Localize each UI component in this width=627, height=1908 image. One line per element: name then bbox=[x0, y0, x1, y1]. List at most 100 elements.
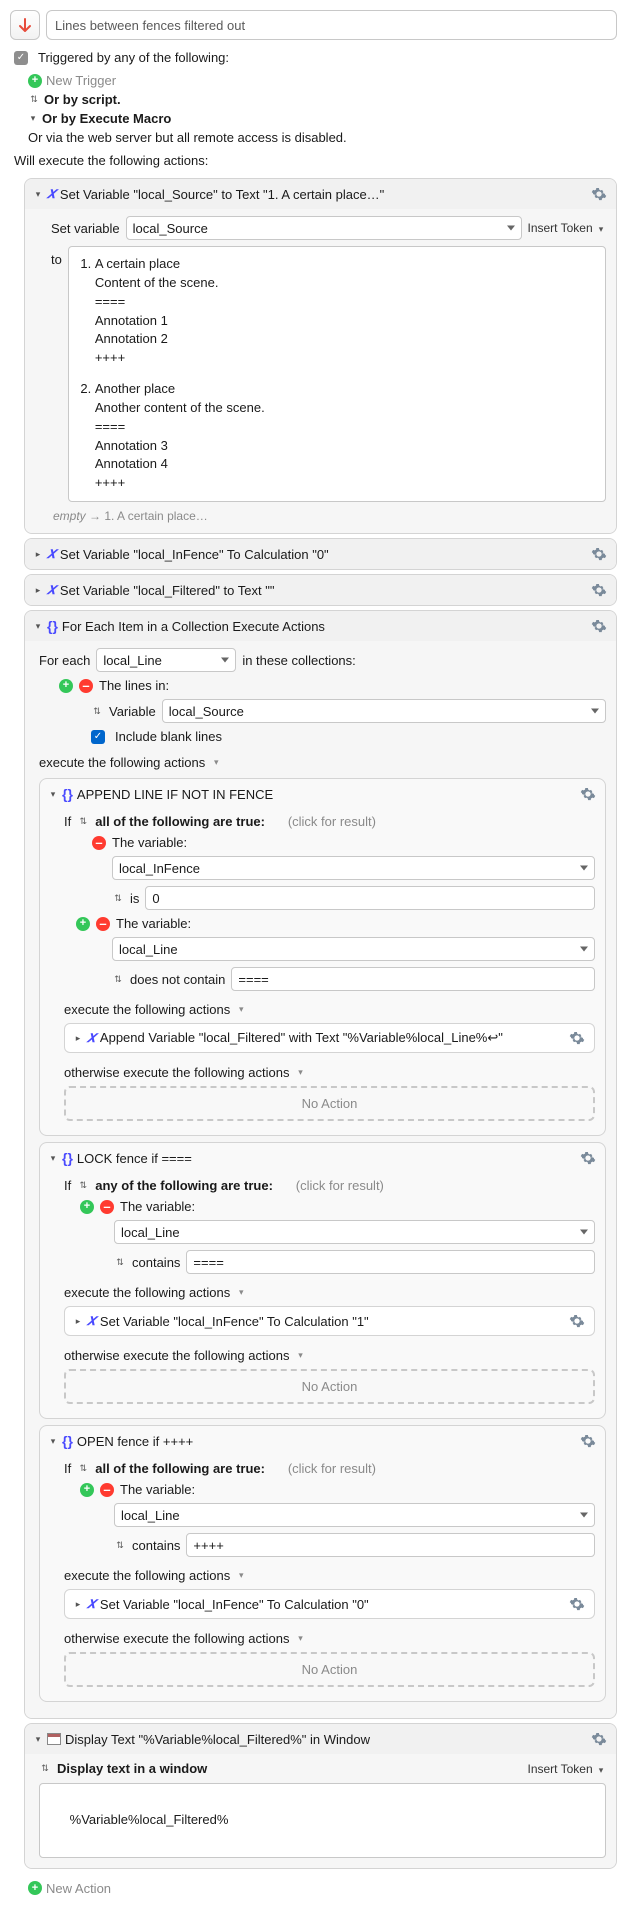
add-trigger-button[interactable]: + bbox=[28, 74, 42, 88]
source-text-input[interactable]: A certain place Content of the scene. ==… bbox=[68, 246, 606, 502]
cond-op[interactable]: is bbox=[130, 891, 139, 906]
add-condition-button[interactable]: + bbox=[80, 1483, 94, 1497]
chevron-down-icon[interactable]: ▾ bbox=[33, 621, 43, 632]
cond-variable-select[interactable]: local_Line bbox=[114, 1503, 595, 1527]
action-set-filtered: ▸ 𝑥 Set Variable "local_Filtered" to Tex… bbox=[24, 574, 617, 606]
chevron-down-icon[interactable]: ▾ bbox=[48, 789, 58, 800]
gear-icon[interactable] bbox=[579, 1149, 597, 1167]
updown-icon[interactable]: ⇅ bbox=[112, 893, 124, 904]
chevron-down-icon[interactable]: ▾ bbox=[28, 113, 38, 124]
remove-collection-button[interactable]: – bbox=[79, 679, 93, 693]
cond-value-input[interactable]: ++++ bbox=[186, 1533, 595, 1557]
macro-title-input[interactable]: Lines between fences filtered out bbox=[46, 10, 617, 40]
updown-icon[interactable]: ⇅ bbox=[114, 1540, 126, 1551]
loop-variable-select[interactable]: local_Line bbox=[96, 648, 236, 672]
action-title: For Each Item in a Collection Execute Ac… bbox=[62, 619, 325, 634]
cond-variable-select[interactable]: local_Line bbox=[112, 937, 595, 961]
no-action-dropzone[interactable]: No Action bbox=[64, 1086, 595, 1121]
updown-icon: ⇅ bbox=[28, 94, 40, 105]
insert-token-button[interactable]: Insert Token ▾ bbox=[528, 221, 607, 235]
chevron-down-icon[interactable]: ▾ bbox=[211, 757, 221, 768]
gear-icon[interactable] bbox=[568, 1029, 586, 1047]
source-variable-select[interactable]: local_Source bbox=[162, 699, 606, 723]
cond-op[interactable]: does not contain bbox=[130, 972, 225, 987]
macro-title-text: Lines between fences filtered out bbox=[55, 18, 245, 33]
updown-icon[interactable]: ⇅ bbox=[112, 974, 124, 985]
no-action-dropzone[interactable]: No Action bbox=[64, 1369, 595, 1404]
gear-icon[interactable] bbox=[590, 185, 608, 203]
add-condition-button[interactable]: + bbox=[76, 917, 90, 931]
gear-icon[interactable] bbox=[590, 545, 608, 563]
add-collection-button[interactable]: + bbox=[59, 679, 73, 693]
chevron-right-icon[interactable]: ▸ bbox=[73, 1599, 83, 1610]
if-condition-mode[interactable]: all of the following are true: bbox=[95, 814, 265, 829]
gear-icon[interactable] bbox=[568, 1595, 586, 1613]
remove-condition-button[interactable]: – bbox=[100, 1483, 114, 1497]
set-variable-label: Set variable bbox=[51, 221, 120, 236]
gear-icon[interactable] bbox=[590, 617, 608, 635]
arrow-down-icon bbox=[17, 17, 33, 33]
click-for-result[interactable]: (click for result) bbox=[288, 1461, 376, 1476]
cond-value-input[interactable]: ==== bbox=[231, 967, 595, 991]
chevron-down-icon[interactable]: ▾ bbox=[295, 1067, 305, 1078]
no-action-dropzone[interactable]: No Action bbox=[64, 1652, 595, 1687]
if-condition-mode[interactable]: any of the following are true: bbox=[95, 1178, 273, 1193]
if-append-block: ▾ {} APPEND LINE IF NOT IN FENCE If ⇅ al… bbox=[39, 778, 606, 1136]
braces-icon: {} bbox=[62, 1433, 73, 1449]
gear-icon[interactable] bbox=[590, 1730, 608, 1748]
updown-icon[interactable]: ⇅ bbox=[77, 816, 89, 827]
action-title: Set Variable "local_Filtered" to Text "" bbox=[60, 583, 275, 598]
cond-op[interactable]: contains bbox=[132, 1255, 180, 1270]
insert-token-button[interactable]: Insert Token ▾ bbox=[528, 1762, 607, 1776]
chevron-right-icon[interactable]: ▸ bbox=[73, 1316, 83, 1327]
updown-icon[interactable]: ⇅ bbox=[91, 706, 103, 717]
will-execute-label: Will execute the following actions: bbox=[10, 147, 617, 174]
lines-in-label: The lines in: bbox=[99, 678, 169, 693]
variable-name-select[interactable]: local_Source bbox=[126, 216, 522, 240]
or-by-execute-macro[interactable]: Or by Execute Macro bbox=[42, 111, 171, 126]
updown-icon[interactable]: ⇅ bbox=[114, 1257, 126, 1268]
gear-icon[interactable] bbox=[579, 785, 597, 803]
chevron-down-icon[interactable]: ▾ bbox=[33, 189, 43, 200]
triggered-checkbox[interactable]: ✓ bbox=[14, 51, 28, 65]
add-condition-button[interactable]: + bbox=[80, 1200, 94, 1214]
display-mode[interactable]: Display text in a window bbox=[57, 1761, 207, 1776]
gear-icon[interactable] bbox=[579, 1432, 597, 1450]
gear-icon[interactable] bbox=[590, 581, 608, 599]
chevron-right-icon[interactable]: ▸ bbox=[33, 549, 43, 560]
click-for-result[interactable]: (click for result) bbox=[288, 814, 376, 829]
chevron-down-icon[interactable]: ▾ bbox=[33, 1734, 43, 1745]
cond-value-input[interactable]: ==== bbox=[186, 1250, 595, 1274]
or-by-script[interactable]: Or by script. bbox=[44, 92, 121, 107]
cond-value-input[interactable]: 0 bbox=[145, 886, 595, 910]
gear-icon[interactable] bbox=[568, 1312, 586, 1330]
chevron-right-icon[interactable]: ▸ bbox=[73, 1033, 83, 1044]
add-action-button[interactable]: + bbox=[28, 1881, 42, 1895]
remove-condition-button[interactable]: – bbox=[92, 836, 106, 850]
cond-variable-select[interactable]: local_InFence bbox=[112, 856, 595, 880]
chevron-down-icon[interactable]: ▾ bbox=[295, 1350, 305, 1361]
updown-icon[interactable]: ⇅ bbox=[77, 1463, 89, 1474]
include-blank-checkbox[interactable]: ✓ bbox=[91, 730, 105, 744]
chevron-down-icon[interactable]: ▾ bbox=[48, 1436, 58, 1447]
updown-icon[interactable]: ⇅ bbox=[77, 1180, 89, 1191]
chevron-down-icon[interactable]: ▾ bbox=[236, 1287, 246, 1298]
display-text-input[interactable]: %Variable%local_Filtered% bbox=[39, 1783, 606, 1858]
chevron-down-icon[interactable]: ▾ bbox=[295, 1633, 305, 1644]
cond-op[interactable]: contains bbox=[132, 1538, 180, 1553]
empty-hint: empty → 1. A certain place… bbox=[51, 505, 606, 523]
if-condition-mode[interactable]: all of the following are true: bbox=[95, 1461, 265, 1476]
chevron-right-icon[interactable]: ▸ bbox=[33, 585, 43, 596]
click-for-result[interactable]: (click for result) bbox=[296, 1178, 384, 1193]
sub-action-title: Append Variable "local_Filtered" with Te… bbox=[100, 1030, 503, 1046]
chevron-down-icon[interactable]: ▾ bbox=[236, 1004, 246, 1015]
remove-condition-button[interactable]: – bbox=[96, 917, 110, 931]
chevron-down-icon[interactable]: ▾ bbox=[236, 1570, 246, 1581]
updown-icon[interactable]: ⇅ bbox=[39, 1763, 51, 1774]
macro-icon-button[interactable] bbox=[10, 10, 40, 40]
sub-action-title: Set Variable "local_InFence" To Calculat… bbox=[100, 1597, 369, 1612]
variable-icon: 𝑥 bbox=[47, 581, 56, 599]
chevron-down-icon[interactable]: ▾ bbox=[48, 1153, 58, 1164]
cond-variable-select[interactable]: local_Line bbox=[114, 1220, 595, 1244]
remove-condition-button[interactable]: – bbox=[100, 1200, 114, 1214]
